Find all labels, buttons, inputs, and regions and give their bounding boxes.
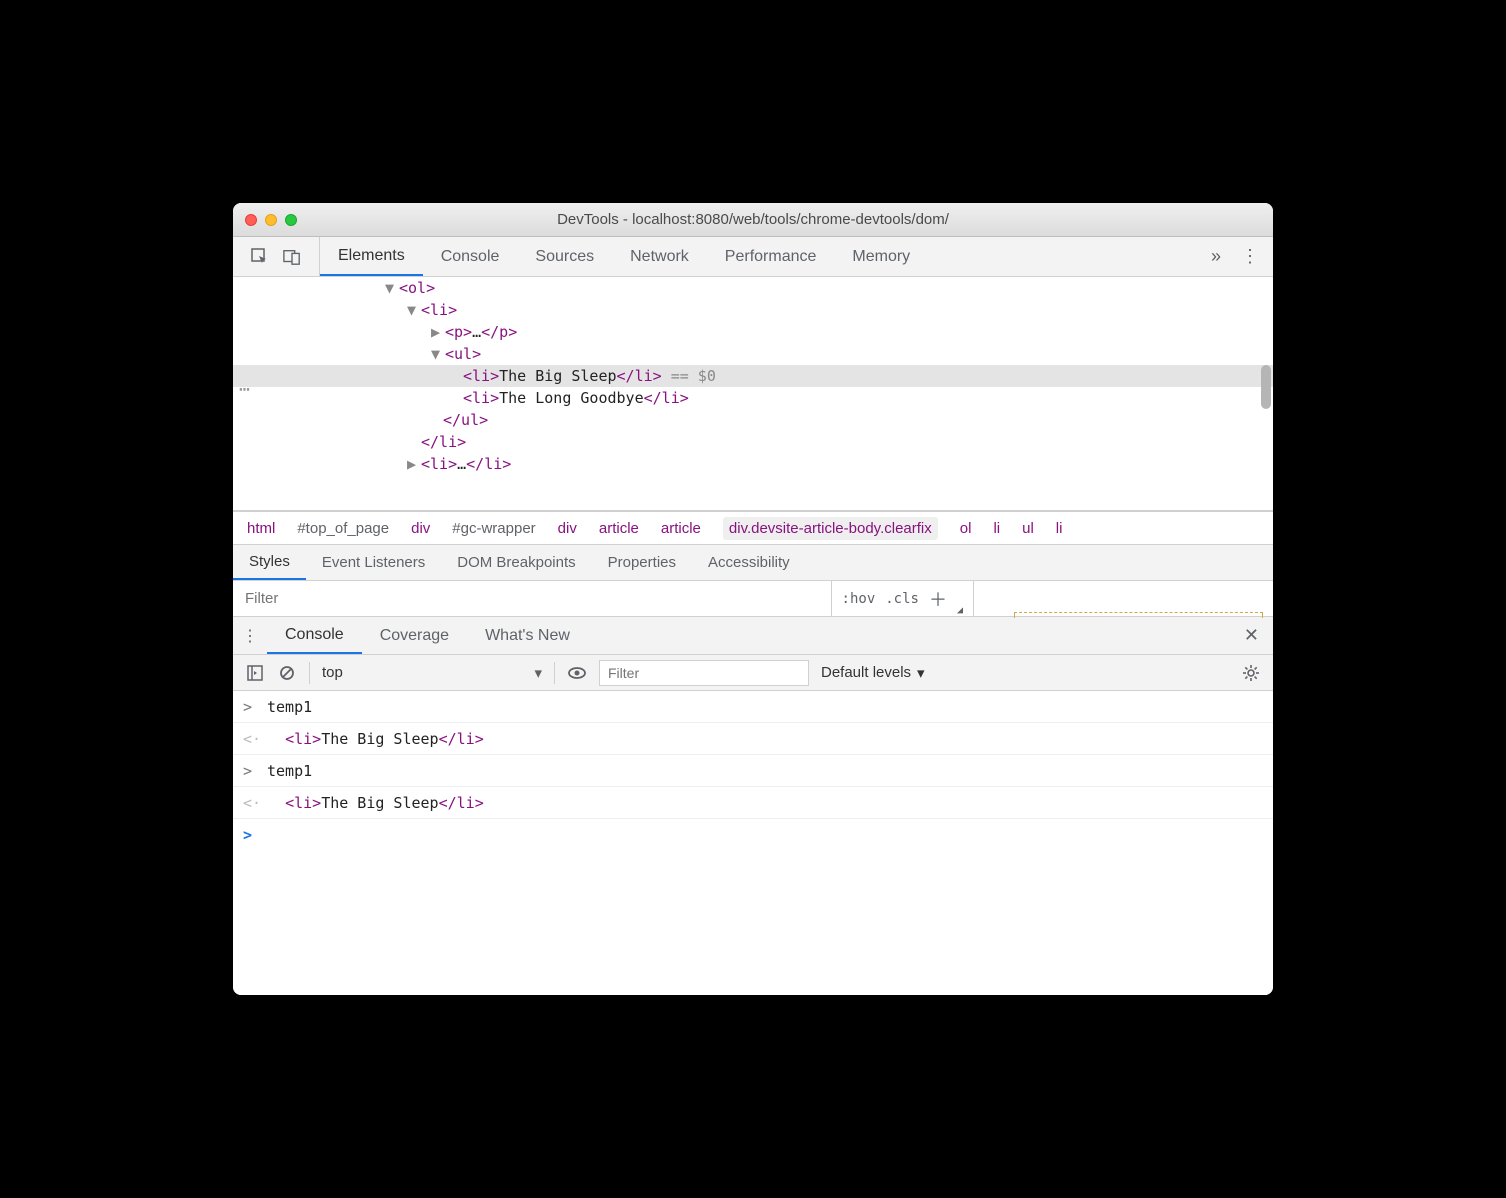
styles-tabstrip: StylesEvent ListenersDOM BreakpointsProp… bbox=[233, 545, 1273, 581]
main-tabs: ElementsConsoleSourcesNetworkPerformance… bbox=[320, 237, 928, 276]
breadcrumb-item[interactable]: li bbox=[1056, 520, 1063, 537]
breadcrumb-item[interactable]: #top_of_page bbox=[297, 520, 389, 537]
styles-filter-input[interactable] bbox=[233, 581, 831, 616]
main-tab-sources[interactable]: Sources bbox=[517, 237, 612, 276]
console-output[interactable]: >temp1<· <li>The Big Sleep</li>>temp1<· … bbox=[233, 691, 1273, 995]
console-prompt[interactable]: > bbox=[233, 819, 1273, 851]
main-tab-memory[interactable]: Memory bbox=[834, 237, 928, 276]
more-tabs-icon[interactable]: » bbox=[1211, 246, 1221, 267]
close-window-button[interactable] bbox=[245, 214, 257, 226]
dom-breadcrumb[interactable]: html #top_of_page div #gc-wrapper div article… bbox=[233, 511, 1273, 545]
console-row[interactable]: >temp1 bbox=[233, 691, 1273, 723]
subtab-dom-breakpoints[interactable]: DOM Breakpoints bbox=[441, 545, 591, 580]
main-tab-performance[interactable]: Performance bbox=[707, 237, 835, 276]
dom-node[interactable]: ▶<li>…</li> bbox=[233, 453, 1273, 475]
separator bbox=[309, 662, 310, 684]
dom-node[interactable]: <li>The Big Sleep</li> == $0 bbox=[233, 365, 1273, 387]
devtools-window: DevTools - localhost:8080/web/tools/chro… bbox=[233, 203, 1273, 995]
live-expression-icon[interactable] bbox=[567, 663, 587, 683]
console-row[interactable]: >temp1 bbox=[233, 755, 1273, 787]
console-toolbar: top ▾ Default levels ▾ bbox=[233, 655, 1273, 691]
main-tabstrip: ElementsConsoleSourcesNetworkPerformance… bbox=[233, 237, 1273, 277]
scrollbar-thumb[interactable] bbox=[1261, 365, 1271, 409]
breadcrumb-item[interactable]: div bbox=[411, 520, 430, 537]
device-toggle-icon[interactable] bbox=[283, 248, 301, 266]
expand-corner-icon: ◢ bbox=[957, 605, 963, 616]
subtab-styles[interactable]: Styles bbox=[233, 545, 306, 580]
dom-node[interactable]: </ul> bbox=[233, 409, 1273, 431]
cls-toggle[interactable]: .cls bbox=[885, 591, 919, 607]
main-tab-console[interactable]: Console bbox=[423, 237, 518, 276]
hov-toggle[interactable]: :hov bbox=[842, 591, 876, 607]
breadcrumb-item[interactable]: article bbox=[661, 520, 701, 537]
console-settings-icon[interactable] bbox=[1241, 663, 1261, 683]
dom-node[interactable]: </li> bbox=[233, 431, 1273, 453]
titlebar: DevTools - localhost:8080/web/tools/chro… bbox=[233, 203, 1273, 237]
inspect-icon[interactable] bbox=[251, 248, 269, 266]
window-title: DevTools - localhost:8080/web/tools/chro… bbox=[233, 211, 1273, 228]
main-tab-network[interactable]: Network bbox=[612, 237, 707, 276]
computed-preview bbox=[973, 581, 1273, 616]
drawer-tab-what-s-new[interactable]: What's New bbox=[467, 617, 588, 654]
minimize-window-button[interactable] bbox=[265, 214, 277, 226]
drawer-close-icon[interactable]: ✕ bbox=[1230, 617, 1273, 654]
console-row[interactable]: <· <li>The Big Sleep</li> bbox=[233, 787, 1273, 819]
drawer-tab-console[interactable]: Console bbox=[267, 617, 362, 654]
breadcrumb-item[interactable]: div bbox=[558, 520, 577, 537]
zoom-window-button[interactable] bbox=[285, 214, 297, 226]
toolbar-left bbox=[233, 237, 320, 276]
dom-node[interactable]: ▼<ul> bbox=[233, 343, 1273, 365]
selected-marker-icon: ⋯ bbox=[239, 379, 251, 400]
clear-console-icon[interactable] bbox=[277, 663, 297, 683]
caret-down-icon: ▾ bbox=[534, 664, 542, 682]
dom-node[interactable]: <li>The Long Goodbye</li> bbox=[233, 387, 1273, 409]
dom-tree[interactable]: ⋯ ▼<ol>▼<li>▶<p>…</p>▼<ul><li>The Big Sl… bbox=[233, 277, 1273, 511]
styles-filter-bar: :hov .cls ＋ ◢ bbox=[233, 581, 1273, 617]
drawer-tab-coverage[interactable]: Coverage bbox=[362, 617, 467, 654]
separator bbox=[554, 662, 555, 684]
console-sidebar-toggle-icon[interactable] bbox=[245, 663, 265, 683]
breadcrumb-item[interactable]: article bbox=[599, 520, 639, 537]
new-style-rule-icon[interactable]: ＋ bbox=[929, 586, 947, 612]
subtab-properties[interactable]: Properties bbox=[592, 545, 692, 580]
breadcrumb-item[interactable]: ul bbox=[1022, 520, 1034, 537]
main-menu-icon[interactable]: ⋮ bbox=[1241, 246, 1259, 267]
log-levels-label: Default levels bbox=[821, 664, 911, 681]
console-row[interactable]: <· <li>The Big Sleep</li> bbox=[233, 723, 1273, 755]
log-levels-selector[interactable]: Default levels ▾ bbox=[821, 664, 925, 682]
context-selector[interactable]: top ▾ bbox=[322, 664, 542, 682]
breadcrumb-item[interactable]: div.devsite-article-body.clearfix bbox=[723, 517, 938, 540]
styles-toggles: :hov .cls ＋ ◢ bbox=[831, 581, 973, 616]
breadcrumb-item[interactable]: ol bbox=[960, 520, 972, 537]
margin-box-preview bbox=[1014, 612, 1263, 618]
breadcrumb-item[interactable]: li bbox=[993, 520, 1000, 537]
caret-down-icon: ▾ bbox=[917, 664, 925, 682]
drawer-menu-icon[interactable]: ⋮ bbox=[233, 617, 267, 654]
context-label: top bbox=[322, 664, 343, 681]
subtab-accessibility[interactable]: Accessibility bbox=[692, 545, 806, 580]
dom-node[interactable]: ▼<ol> bbox=[233, 277, 1273, 299]
toolbar-right: » ⋮ bbox=[1197, 237, 1273, 276]
drawer-tabstrip: ⋮ ConsoleCoverageWhat's New ✕ bbox=[233, 617, 1273, 655]
breadcrumb-item[interactable]: html bbox=[247, 520, 275, 537]
main-tab-elements[interactable]: Elements bbox=[320, 237, 423, 276]
console-filter-input[interactable] bbox=[599, 660, 809, 686]
dom-node[interactable]: ▼<li> bbox=[233, 299, 1273, 321]
traffic-lights bbox=[233, 214, 297, 226]
subtab-event-listeners[interactable]: Event Listeners bbox=[306, 545, 441, 580]
breadcrumb-item[interactable]: #gc-wrapper bbox=[452, 520, 535, 537]
dom-node[interactable]: ▶<p>…</p> bbox=[233, 321, 1273, 343]
